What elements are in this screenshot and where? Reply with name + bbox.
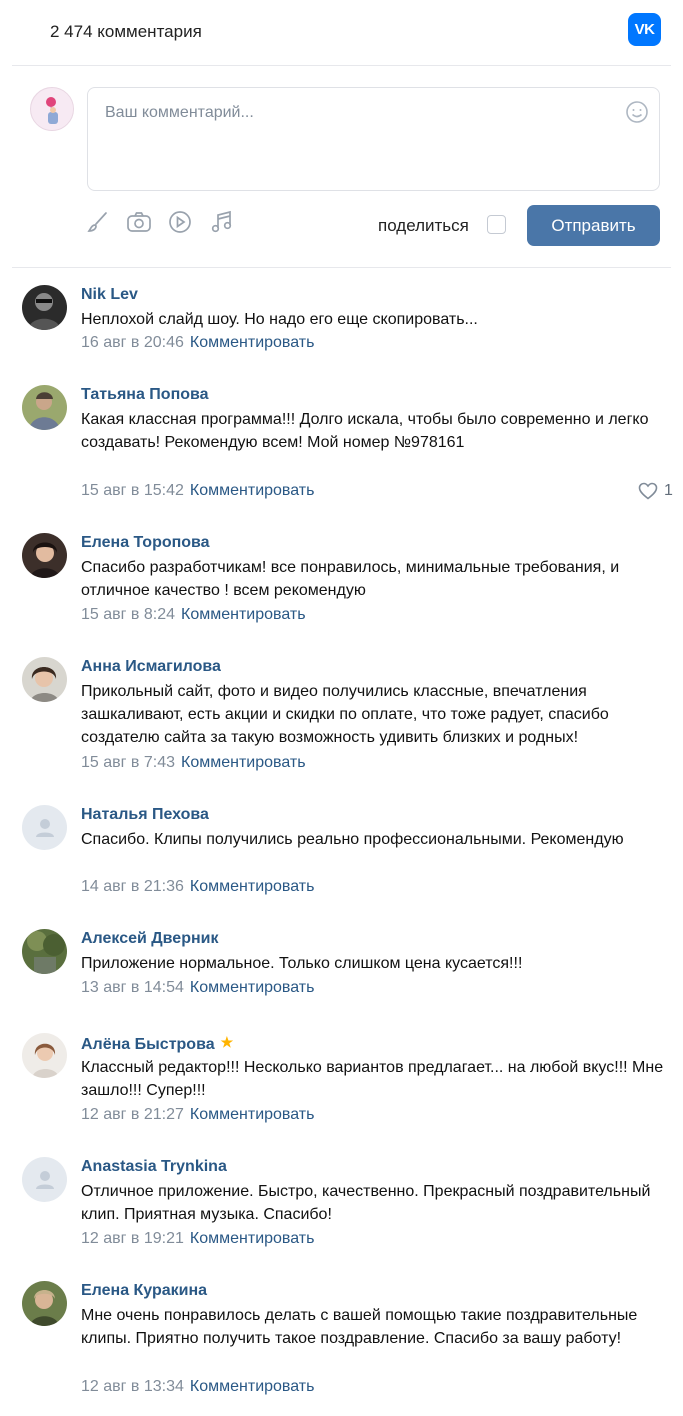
comment-meta: 15 авг в 7:43 Комментировать <box>81 754 306 772</box>
avatar[interactable] <box>22 533 67 578</box>
comments-header: 2 474 комментария VK <box>0 0 683 66</box>
comment-item: Алексей Дверник Приложение нормальное. Т… <box>0 914 683 1018</box>
reply-link[interactable]: Комментировать <box>190 878 315 895</box>
comment-text: Неплохой слайд шоу. Но надо его еще скоп… <box>81 311 478 328</box>
comment-author[interactable]: Nik Lev <box>81 286 138 304</box>
comment-item: Наталья Пехова Спасибо. Клипы получились… <box>0 790 683 914</box>
comment-date[interactable]: 15 авг в 8:24 <box>81 606 175 623</box>
user-placeholder-icon <box>35 1170 54 1189</box>
comment-date[interactable]: 12 авг в 21:27 <box>81 1106 184 1123</box>
share-checkbox[interactable] <box>487 215 506 234</box>
comment-input-placeholder: Ваш комментарий... <box>105 104 254 121</box>
reply-link[interactable]: Комментировать <box>190 334 315 351</box>
comment-composer: Ваш комментарий... поделиться Отправить <box>0 66 683 270</box>
reply-link[interactable]: Комментировать <box>181 754 306 771</box>
reply-link[interactable]: Комментировать <box>190 482 315 499</box>
share-label: поделиться <box>378 216 469 235</box>
comment-author[interactable]: Елена Куракина <box>81 1282 207 1300</box>
vk-logo-icon[interactable]: VK <box>628 13 661 46</box>
comment-text: Спасибо разработчикам! все понравилось, … <box>81 559 620 599</box>
comment-text: Отличное приложение. Быстро, качественно… <box>81 1183 651 1223</box>
comment-date[interactable]: 15 авг в 15:42 <box>81 482 184 499</box>
comment-text: Приложение нормальное. Только слишком це… <box>81 955 523 972</box>
comment-text: Мне очень понравилось делать с вашей пом… <box>81 1307 638 1347</box>
avatar[interactable] <box>22 1033 67 1078</box>
reply-link[interactable]: Комментировать <box>181 606 306 623</box>
reply-link[interactable]: Комментировать <box>190 979 315 996</box>
comment-text: Какая классная программа!!! Долго искала… <box>81 411 649 451</box>
avatar <box>30 87 74 131</box>
comment-item: Nik Lev Неплохой слайд шоу. Но надо его … <box>0 270 683 370</box>
vk-logo-text: VK <box>634 21 655 38</box>
comment-meta: 16 авг в 20:46 Комментировать <box>81 334 314 352</box>
comment-author[interactable]: Наталья Пехова <box>81 806 209 824</box>
avatar[interactable] <box>22 657 67 702</box>
music-icon[interactable] <box>209 209 235 235</box>
reply-link[interactable]: Комментировать <box>190 1106 315 1123</box>
star-icon: ★ <box>220 1034 234 1050</box>
comment-author[interactable]: Анна Исмагилова <box>81 658 221 676</box>
comment-meta: 15 авг в 8:24 Комментировать <box>81 606 306 624</box>
composer-divider <box>12 267 671 268</box>
comment-input[interactable]: Ваш комментарий... <box>87 87 660 191</box>
brush-icon[interactable] <box>85 209 111 235</box>
avatar[interactable] <box>22 1281 67 1326</box>
emoji-icon[interactable] <box>625 100 649 124</box>
comment-date[interactable]: 15 авг в 7:43 <box>81 754 175 771</box>
comment-text: Прикольный сайт, фото и видео получились… <box>81 683 609 746</box>
comment-date[interactable]: 12 авг в 13:34 <box>81 1378 184 1395</box>
comment-meta: 14 авг в 21:36 Комментировать <box>81 878 314 896</box>
comment-meta: 15 авг в 15:42 Комментировать <box>81 482 314 500</box>
comment-author[interactable]: Anastasia Trynkina <box>81 1158 227 1176</box>
comment-meta: 13 авг в 14:54 Комментировать <box>81 979 314 997</box>
comment-meta: 12 авг в 13:34 Комментировать <box>81 1378 314 1396</box>
send-button[interactable]: Отправить <box>527 205 660 246</box>
avatar[interactable] <box>22 805 67 850</box>
comment-item: Анна Исмагилова Прикольный сайт, фото и … <box>0 642 683 790</box>
avatar[interactable] <box>22 385 67 430</box>
comment-date[interactable]: 14 авг в 21:36 <box>81 878 184 895</box>
comment-item: Елена Торопова Спасибо разработчикам! вс… <box>0 518 683 642</box>
comment-author[interactable]: Елена Торопова <box>81 534 210 552</box>
comment-item: Anastasia Trynkina Отличное приложение. … <box>0 1142 683 1266</box>
comment-item: Алёна Быстрова ★ Классный редактор!!! Нес… <box>0 1018 683 1142</box>
comment-text: Спасибо. Клипы получились реально профес… <box>81 831 624 848</box>
comment-date[interactable]: 13 авг в 14:54 <box>81 979 184 996</box>
avatar[interactable] <box>22 929 67 974</box>
comment-author[interactable]: Алексей Дверник <box>81 930 218 948</box>
comment-item: Елена Куракина Мне очень понравилось дел… <box>0 1266 683 1416</box>
comment-author: Алёна Быстрова ★ <box>81 1034 233 1054</box>
user-placeholder-icon <box>35 818 54 837</box>
avatar[interactable] <box>22 285 67 330</box>
like-count: 1 <box>664 482 673 499</box>
reply-link[interactable]: Комментировать <box>190 1230 315 1247</box>
avatar[interactable] <box>22 1157 67 1202</box>
camera-icon[interactable] <box>126 209 152 235</box>
reply-link[interactable]: Комментировать <box>190 1378 315 1395</box>
video-icon[interactable] <box>167 209 193 235</box>
heart-icon <box>638 482 658 500</box>
comment-meta: 12 авг в 19:21 Комментировать <box>81 1230 314 1248</box>
comment-meta: 12 авг в 21:27 Комментировать <box>81 1106 314 1124</box>
comment-author-name[interactable]: Алёна Быстрова <box>81 1036 215 1053</box>
comment-date[interactable]: 12 авг в 19:21 <box>81 1230 184 1247</box>
like-button[interactable]: 1 <box>638 482 673 500</box>
comment-item: Татьяна Попова Какая классная программа!… <box>0 370 683 518</box>
comment-author[interactable]: Татьяна Попова <box>81 386 209 404</box>
comment-text: Классный редактор!!! Несколько вариантов… <box>81 1059 664 1099</box>
comment-date[interactable]: 16 авг в 20:46 <box>81 334 184 351</box>
comments-count: 2 474 комментария <box>50 22 202 41</box>
